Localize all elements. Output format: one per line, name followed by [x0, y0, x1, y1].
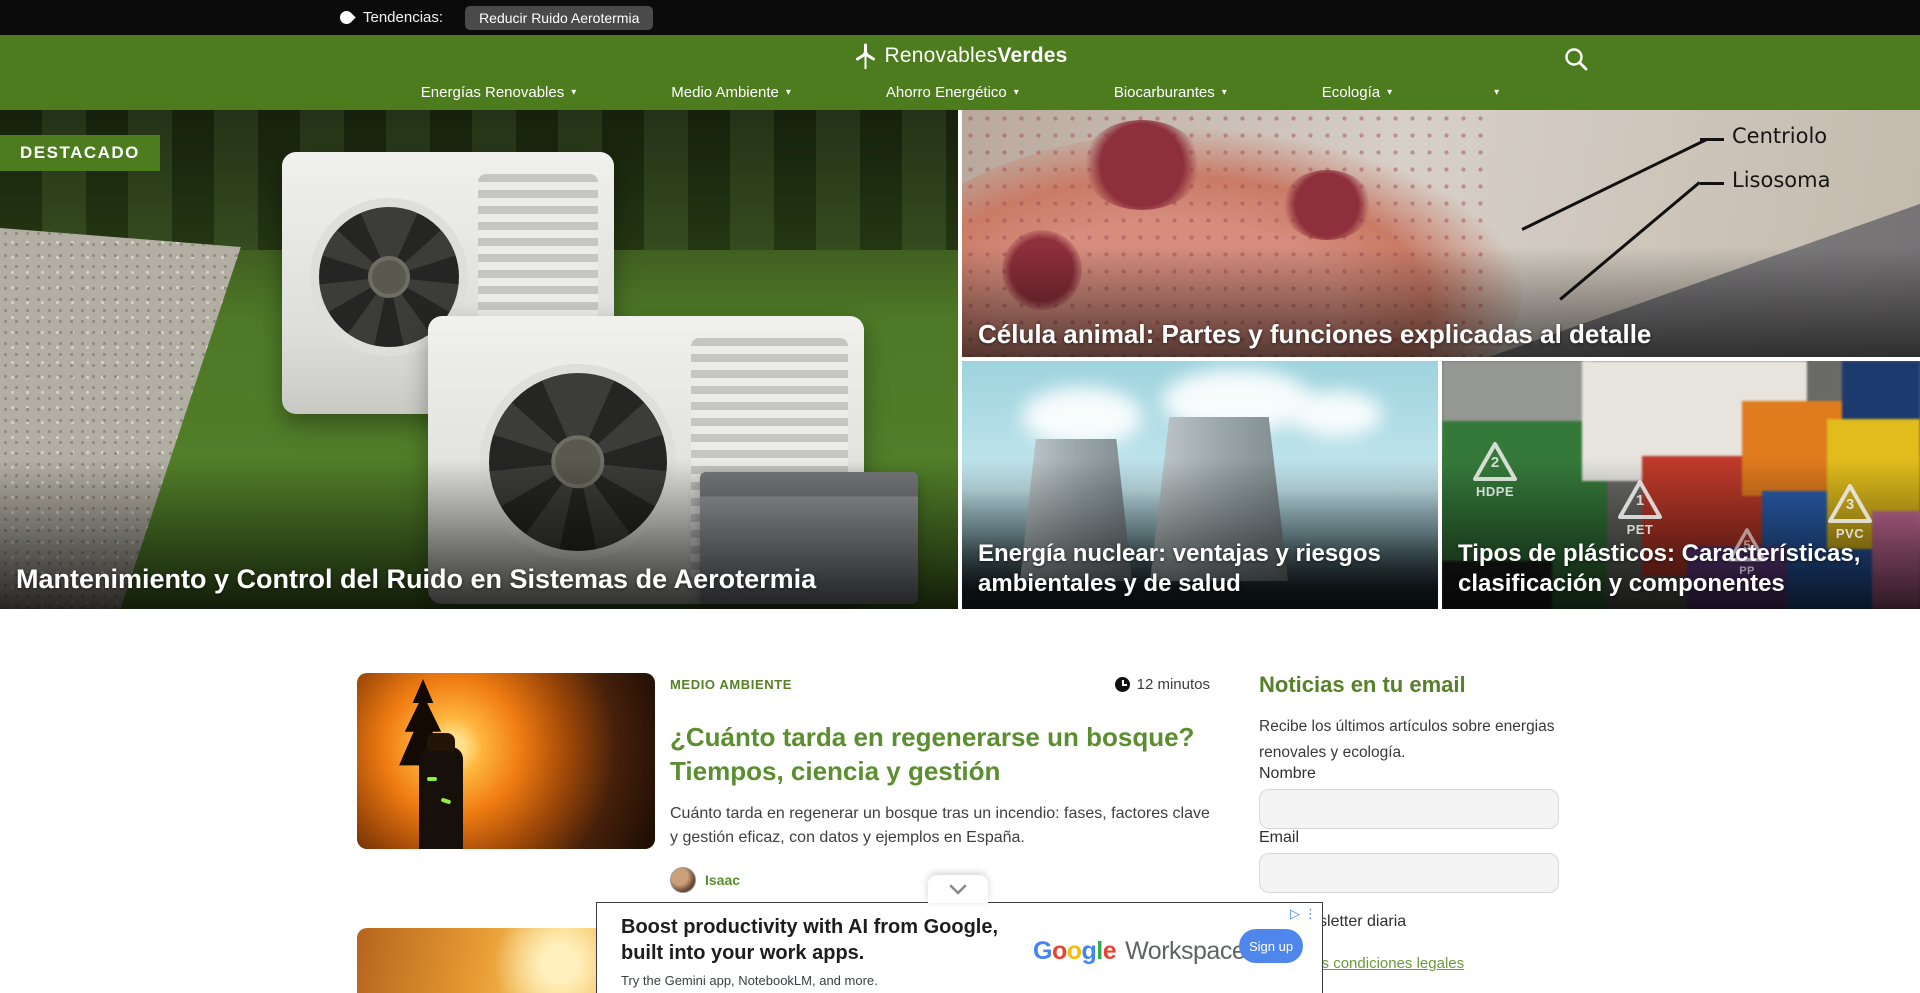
page: Tendencias: Reducir Ruido Aerotermia Ren… — [0, 0, 1920, 993]
ad-signup-button[interactable]: Sign up — [1239, 929, 1303, 963]
featured-article-plasticos[interactable]: 2 HDPE 1 PET 3 PVC 5 PP Tipos de plástic… — [1442, 361, 1920, 609]
featured-title: Tipos de plásticos: Características, cla… — [1442, 539, 1920, 600]
recycle-symbol-pp: 5 PP — [1727, 527, 1766, 576]
chevron-down-icon: ▾ — [1014, 87, 1019, 98]
nav-energias-renovables[interactable]: Energías Renovables▾ — [421, 84, 576, 101]
chevron-down-icon — [945, 883, 971, 896]
chevron-down-icon: ▾ — [571, 87, 576, 98]
name-field[interactable] — [1259, 789, 1559, 829]
featured-article-aerotermia[interactable]: DESTACADO Mantenimiento y Control del Ru… — [0, 110, 958, 609]
featured-badge: DESTACADO — [0, 135, 160, 171]
article-title-link[interactable]: ¿Cuánto tarda en regenerarse un bosque? … — [670, 721, 1210, 789]
main-nav: Energías Renovables▾ Medio Ambiente▾ Aho… — [0, 84, 1920, 101]
email-label: Email — [1259, 829, 1299, 846]
nav-ahorro-energetico[interactable]: Ahorro Energético▾ — [886, 84, 1019, 101]
read-time: 12 minutos — [1115, 676, 1210, 693]
featured-title: Mantenimiento y Control del Ruido en Sis… — [0, 562, 958, 597]
email-field[interactable] — [1259, 853, 1559, 893]
ad-options-icon[interactable]: ⋮ — [1304, 906, 1317, 922]
search-button[interactable] — [1562, 45, 1590, 73]
article-excerpt: Cuánto tarda en regenerar un bosque tras… — [670, 802, 1210, 852]
ad-headline: Boost productivity with AI from Google, … — [621, 914, 998, 966]
newsletter-title: Noticias en tu email — [1259, 672, 1569, 698]
ad-banner[interactable]: Boost productivity with AI from Google, … — [596, 902, 1323, 993]
chevron-down-icon: ▾ — [1494, 87, 1499, 98]
author-avatar — [670, 867, 696, 893]
trending-label: Tendencias: — [363, 9, 443, 26]
diagram-label-lisosoma: Lisosoma — [1732, 168, 1830, 192]
flame-icon — [337, 8, 355, 26]
recycle-symbol-hdpe: 2 HDPE — [1472, 441, 1518, 499]
clock-icon — [1115, 677, 1130, 692]
featured-grid: DESTACADO Mantenimiento y Control del Ru… — [0, 110, 1920, 609]
name-label: Nombre — [1259, 765, 1316, 782]
adchoices-icon[interactable]: ▷ — [1290, 906, 1300, 922]
author-name: Isaac — [705, 872, 740, 888]
ad-collapse-button[interactable] — [928, 875, 988, 903]
site-header: RenovablesVerdes Energías Renovables▾ Me… — [0, 35, 1920, 110]
google-workspace-logo: Google Workspace — [1033, 937, 1245, 966]
featured-article-nuclear[interactable]: Energía nuclear: ventajas y riesgos ambi… — [962, 361, 1438, 609]
chevron-down-icon: ▾ — [1387, 87, 1392, 98]
wind-turbine-icon — [853, 42, 879, 70]
ad-subtext: Try the Gemini app, NotebookLM, and more… — [621, 973, 878, 988]
newsletter-description: Recibe los últimos artículos sobre energ… — [1259, 714, 1559, 765]
diagram-leader-line — [1521, 138, 1706, 230]
brand-name: RenovablesVerdes — [885, 44, 1068, 68]
article-category-link[interactable]: MEDIO AMBIENTE — [670, 677, 792, 692]
article-thumbnail[interactable] — [357, 673, 655, 849]
recycle-symbol-pet: 1 PET — [1617, 479, 1663, 537]
featured-title: Energía nuclear: ventajas y riesgos ambi… — [962, 539, 1438, 600]
article-summary: MEDIO AMBIENTE 12 minutos ¿Cuánto tarda … — [670, 676, 1210, 893]
featured-article-celula[interactable]: Centriolo Lisosoma Célula animal: Partes… — [962, 110, 1920, 357]
nav-ecologia[interactable]: Ecología▾ — [1322, 84, 1392, 101]
nav-biocarburantes[interactable]: Biocarburantes▾ — [1114, 84, 1227, 101]
chevron-down-icon: ▾ — [1222, 87, 1227, 98]
nav-more[interactable]: ▾ — [1487, 84, 1499, 101]
diagram-label-centriolo: Centriolo — [1732, 124, 1827, 148]
chevron-down-icon: ▾ — [786, 87, 791, 98]
recycle-symbol-pvc: 3 PVC — [1827, 483, 1873, 541]
search-icon — [1562, 45, 1590, 73]
featured-title: Célula animal: Partes y funciones explic… — [962, 318, 1920, 351]
nav-medio-ambiente[interactable]: Medio Ambiente▾ — [671, 84, 791, 101]
trending-link[interactable]: Reducir Ruido Aerotermia — [465, 6, 653, 30]
adchoices-controls[interactable]: ▷ ⋮ — [1290, 906, 1317, 922]
trending-bar: Tendencias: Reducir Ruido Aerotermia — [0, 0, 1920, 35]
site-logo[interactable]: RenovablesVerdes — [853, 42, 1068, 70]
